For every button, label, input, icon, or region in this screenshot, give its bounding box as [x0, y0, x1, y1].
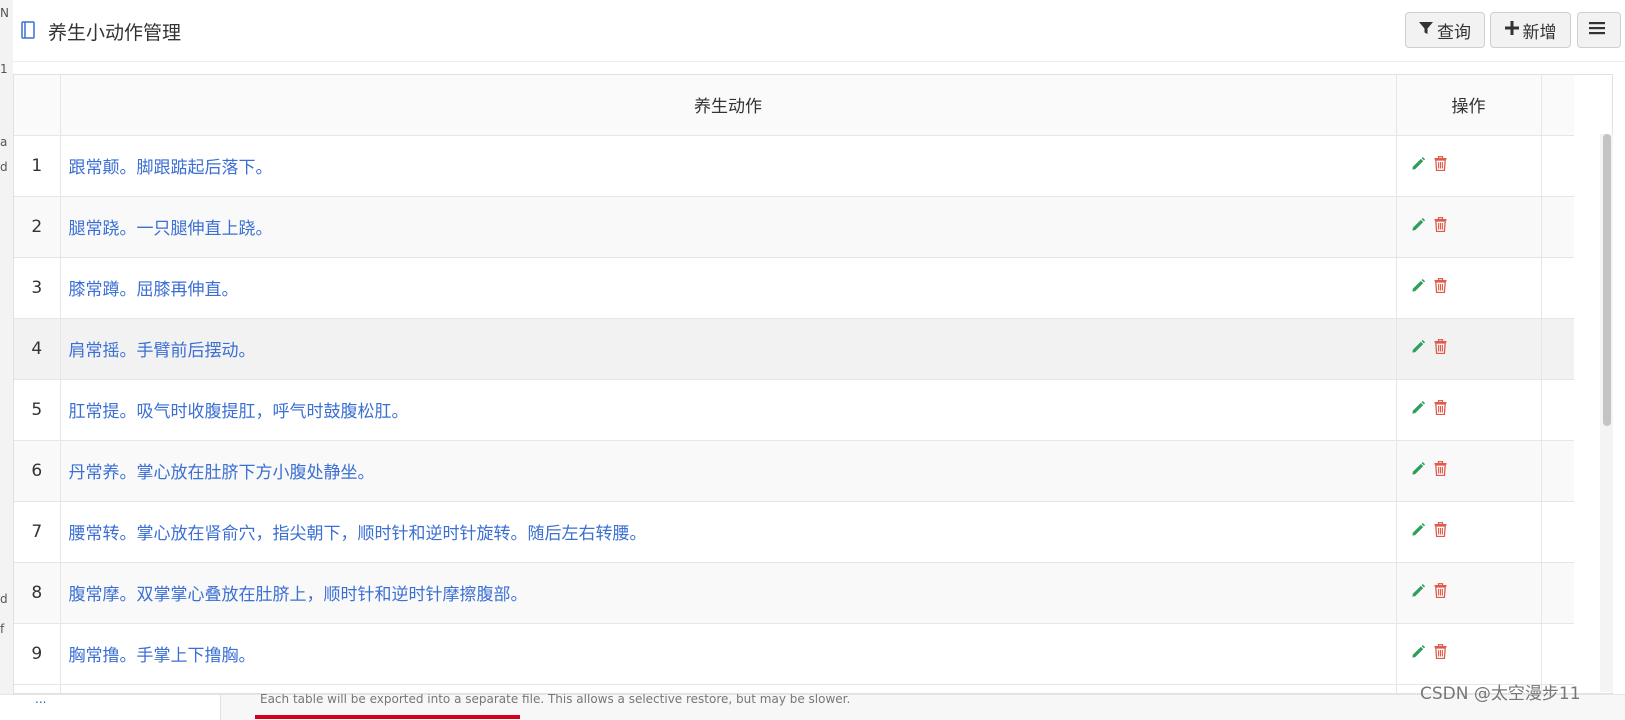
column-header-index	[14, 75, 61, 136]
header-filler	[1541, 75, 1574, 136]
table-header-row: 养生动作 操作	[14, 75, 1574, 136]
row-filler	[1541, 257, 1574, 319]
action-text-link[interactable]: 腰常转。掌心放在肾俞穴，指尖朝下，顺时针和逆时针旋转。随后左右转腰。	[60, 501, 1397, 563]
action-text-link[interactable]: 跟常颠。脚跟踮起后落下。	[60, 135, 1397, 197]
action-text-link[interactable]: 肛常提。吸气时收腹提肛，呼气时鼓腹松肛。	[60, 379, 1397, 441]
row-index: 8	[14, 562, 61, 624]
bg-red-underline	[255, 715, 520, 719]
delete-trash-icon[interactable]	[1434, 155, 1447, 176]
watermark: CSDN @太空漫步11	[1420, 684, 1581, 704]
background-window-edge: N 1 a d d f	[0, 0, 14, 719]
row-operations	[1396, 257, 1542, 319]
edit-pencil-icon[interactable]	[1411, 400, 1426, 420]
column-header-operations: 操作	[1396, 75, 1542, 136]
table-row[interactable]: 5 肛常提。吸气时收腹提肛，呼气时鼓腹松肛。	[14, 379, 1574, 441]
delete-trash-icon[interactable]	[1434, 277, 1447, 298]
data-table: 养生动作 操作 1 跟常颠。脚跟踮起后落下。 2 腿常跷。一只腿伸直上跷。 3 膝常蹲。屈…	[13, 74, 1613, 694]
bg-export-note: Each table will be exported into a separ…	[260, 692, 851, 706]
edit-pencil-icon[interactable]	[1411, 278, 1426, 298]
table-row[interactable]: 3 膝常蹲。屈膝再伸直。	[14, 257, 1574, 319]
action-text-link[interactable]: 膝常蹲。屈膝再伸直。	[60, 257, 1397, 319]
row-filler	[1541, 379, 1574, 441]
delete-trash-icon[interactable]	[1434, 399, 1447, 420]
hamburger-menu-icon	[1589, 20, 1609, 40]
column-header-action[interactable]: 养生动作	[60, 75, 1397, 136]
row-cell	[60, 684, 1397, 693]
book-icon	[21, 21, 35, 39]
bg-fragment: d	[0, 592, 8, 606]
bg-left-pane: ...	[0, 692, 221, 720]
row-operations	[1396, 379, 1542, 441]
action-text-link[interactable]: 丹常养。掌心放在肚脐下方小腹处静坐。	[60, 440, 1397, 502]
row-index: 5	[14, 379, 61, 441]
row-filler	[1541, 135, 1574, 197]
delete-trash-icon[interactable]	[1434, 521, 1447, 542]
row-operations	[1396, 623, 1542, 685]
action-text-link[interactable]: 肩常摇。手臂前后摆动。	[60, 318, 1397, 380]
row-index: 6	[14, 440, 61, 502]
filter-icon	[1419, 20, 1437, 40]
row-index: 3	[14, 257, 61, 319]
row-operations	[1396, 318, 1542, 380]
table-row-partial	[14, 684, 1574, 693]
table-row[interactable]: 1 跟常颠。脚跟踮起后落下。	[14, 135, 1574, 197]
edit-pencil-icon[interactable]	[1411, 217, 1426, 237]
edit-pencil-icon[interactable]	[1411, 583, 1426, 603]
edit-pencil-icon[interactable]	[1411, 156, 1426, 176]
row-filler	[1541, 318, 1574, 380]
bg-fragment: 1	[0, 62, 8, 76]
row-operations	[1396, 196, 1542, 258]
edit-pencil-icon[interactable]	[1411, 522, 1426, 542]
table-row[interactable]: 8 腹常摩。双掌掌心叠放在肚脐上，顺时针和逆时针摩擦腹部。	[14, 562, 1574, 624]
row-operations	[1396, 440, 1542, 502]
action-text-link[interactable]: 腿常跷。一只腿伸直上跷。	[60, 196, 1397, 258]
page-title: 养生小动作管理	[48, 22, 182, 44]
row-index: 7	[14, 501, 61, 563]
row-index: 2	[14, 196, 61, 258]
row-operations	[1396, 135, 1542, 197]
row-index	[14, 684, 61, 693]
row-filler	[1541, 623, 1574, 685]
add-label: 新增	[1522, 22, 1557, 43]
table-row[interactable]: 9 胸常撸。手掌上下撸胸。	[14, 623, 1574, 685]
row-operations	[1396, 501, 1542, 563]
row-filler	[1541, 196, 1574, 258]
management-panel: 养生小动作管理 查询 新增 养生动作 操作 1 跟常颠。脚跟踮起后落下。 2 腿…	[13, 0, 1625, 694]
action-text-link[interactable]: 胸常撸。手掌上下撸胸。	[60, 623, 1397, 685]
row-filler	[1541, 562, 1574, 624]
delete-trash-icon[interactable]	[1434, 643, 1447, 664]
menu-button[interactable]	[1577, 12, 1621, 48]
edit-pencil-icon[interactable]	[1411, 644, 1426, 664]
panel-header: 养生小动作管理 查询 新增	[13, 0, 1625, 62]
bg-fragment: ...	[35, 692, 47, 706]
edit-pencil-icon[interactable]	[1411, 461, 1426, 481]
row-filler	[1541, 440, 1574, 502]
table-body: 1 跟常颠。脚跟踮起后落下。 2 腿常跷。一只腿伸直上跷。 3 膝常蹲。屈膝再伸直。 4 肩常…	[14, 135, 1574, 693]
plus-icon	[1504, 20, 1523, 40]
table-row[interactable]: 2 腿常跷。一只腿伸直上跷。	[14, 196, 1574, 258]
table-row[interactable]: 4 肩常摇。手臂前后摆动。	[14, 318, 1574, 380]
bg-fragment: N	[0, 6, 9, 20]
delete-trash-icon[interactable]	[1434, 216, 1447, 237]
add-button[interactable]: 新增	[1490, 12, 1571, 48]
bg-fragment: a	[0, 135, 8, 149]
scrollbar-thumb[interactable]	[1603, 134, 1611, 426]
background-window-bottom: ... Each table will be exported into a s…	[0, 692, 1625, 720]
row-operations	[1396, 562, 1542, 624]
row-index: 9	[14, 623, 61, 685]
row-index: 4	[14, 318, 61, 380]
bg-fragment: f	[0, 622, 5, 636]
table-row[interactable]: 6 丹常养。掌心放在肚脐下方小腹处静坐。	[14, 440, 1574, 502]
row-filler	[1541, 501, 1574, 563]
action-text-link[interactable]: 腹常摩。双掌掌心叠放在肚脐上，顺时针和逆时针摩擦腹部。	[60, 562, 1397, 624]
query-label: 查询	[1437, 22, 1471, 43]
row-index: 1	[14, 135, 61, 197]
bg-fragment: d	[0, 160, 8, 174]
delete-trash-icon[interactable]	[1434, 582, 1447, 603]
query-button[interactable]: 查询	[1405, 12, 1485, 48]
edit-pencil-icon[interactable]	[1411, 339, 1426, 359]
table-row[interactable]: 7 腰常转。掌心放在肾俞穴，指尖朝下，顺时针和逆时针旋转。随后左右转腰。	[14, 501, 1574, 563]
delete-trash-icon[interactable]	[1434, 338, 1447, 359]
delete-trash-icon[interactable]	[1434, 460, 1447, 481]
